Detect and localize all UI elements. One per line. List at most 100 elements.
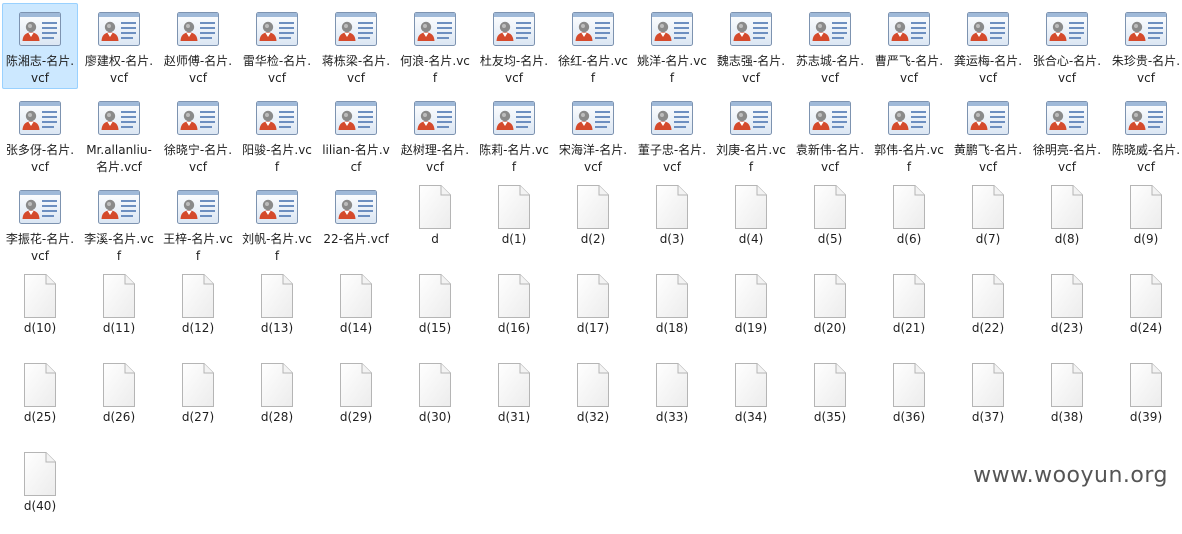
file-item[interactable]: 袁新伟-名片.vcf xyxy=(792,92,868,178)
file-item[interactable]: 李溪-名片.vcf xyxy=(81,181,157,267)
file-item[interactable]: 雷华检-名片.vcf xyxy=(239,3,315,89)
file-item[interactable]: d(39) xyxy=(1108,359,1182,445)
file-item[interactable]: d(11) xyxy=(81,270,157,356)
file-item[interactable]: d(7) xyxy=(950,181,1026,267)
file-item[interactable]: d(36) xyxy=(871,359,947,445)
file-name: d(30) xyxy=(418,410,452,424)
blank-file-icon xyxy=(1049,273,1085,319)
blank-file-icon xyxy=(338,362,374,408)
file-item[interactable]: d(26) xyxy=(81,359,157,445)
contact-card-icon xyxy=(255,187,299,227)
contact-card-icon xyxy=(650,9,694,49)
file-name: d(37) xyxy=(971,410,1005,424)
file-item[interactable]: 曹严飞-名片.vcf xyxy=(871,3,947,89)
file-item[interactable]: d(34) xyxy=(713,359,789,445)
file-item[interactable]: 赵师傅-名片.vcf xyxy=(160,3,236,89)
file-item[interactable]: 杜友均-名片.vcf xyxy=(476,3,552,89)
file-item[interactable]: 龚运梅-名片.vcf xyxy=(950,3,1026,89)
file-item[interactable]: 李振花-名片.vcf xyxy=(2,181,78,267)
contact-card-icon xyxy=(966,98,1010,138)
file-item[interactable]: d(40) xyxy=(2,448,78,534)
file-name: 王梓-名片.vcf xyxy=(163,232,233,263)
file-item[interactable]: 董子忠-名片.vcf xyxy=(634,92,710,178)
file-item[interactable]: 赵树理-名片.vcf xyxy=(397,92,473,178)
file-item[interactable]: d(19) xyxy=(713,270,789,356)
file-item[interactable]: d(10) xyxy=(2,270,78,356)
file-item[interactable]: d(3) xyxy=(634,181,710,267)
file-item[interactable]: d(8) xyxy=(1029,181,1105,267)
file-item[interactable]: d(17) xyxy=(555,270,631,356)
blank-file-icon xyxy=(1128,362,1164,408)
file-item[interactable]: d(35) xyxy=(792,359,868,445)
file-item[interactable]: 苏志城-名片.vcf xyxy=(792,3,868,89)
file-item[interactable]: d xyxy=(397,181,473,267)
file-item[interactable]: 王梓-名片.vcf xyxy=(160,181,236,267)
file-item[interactable]: d(25) xyxy=(2,359,78,445)
file-item[interactable]: 廖建权-名片.vcf xyxy=(81,3,157,89)
file-item[interactable]: d(4) xyxy=(713,181,789,267)
file-item[interactable]: 刘庚-名片.vcf xyxy=(713,92,789,178)
file-item[interactable]: d(38) xyxy=(1029,359,1105,445)
contact-card-icon xyxy=(650,98,694,138)
file-item[interactable]: d(5) xyxy=(792,181,868,267)
file-item[interactable]: 朱珍贵-名片.vcf xyxy=(1108,3,1182,89)
blank-file-icon xyxy=(22,451,58,497)
file-item[interactable]: d(20) xyxy=(792,270,868,356)
blank-file-icon xyxy=(970,362,1006,408)
file-item[interactable]: d(33) xyxy=(634,359,710,445)
file-item[interactable]: d(16) xyxy=(476,270,552,356)
file-item[interactable]: d(28) xyxy=(239,359,315,445)
file-item[interactable]: 陈莉-名片.vcf xyxy=(476,92,552,178)
file-item[interactable]: 阳骏-名片.vcf xyxy=(239,92,315,178)
file-item[interactable]: d(6) xyxy=(871,181,947,267)
file-item[interactable]: d(1) xyxy=(476,181,552,267)
contact-card-icon xyxy=(334,9,378,49)
file-item[interactable]: d(18) xyxy=(634,270,710,356)
file-item[interactable]: 姚洋-名片.vcf xyxy=(634,3,710,89)
file-item[interactable]: d(29) xyxy=(318,359,394,445)
file-item[interactable]: d(23) xyxy=(1029,270,1105,356)
file-item[interactable]: d(2) xyxy=(555,181,631,267)
blank-file-icon xyxy=(259,273,295,319)
contact-card-icon xyxy=(887,98,931,138)
file-name: d(16) xyxy=(497,321,531,335)
file-item[interactable]: d(37) xyxy=(950,359,1026,445)
file-item[interactable]: d(21) xyxy=(871,270,947,356)
file-item[interactable]: d(15) xyxy=(397,270,473,356)
file-name: 何浪-名片.vcf xyxy=(400,54,470,85)
file-item[interactable]: 蒋栋梁-名片.vcf xyxy=(318,3,394,89)
file-item[interactable]: Mr.allanliu-名片.vcf xyxy=(81,92,157,178)
file-item[interactable]: 徐红-名片.vcf xyxy=(555,3,631,89)
file-item[interactable]: d(24) xyxy=(1108,270,1182,356)
file-item[interactable]: 何浪-名片.vcf xyxy=(397,3,473,89)
file-item[interactable]: 魏志强-名片.vcf xyxy=(713,3,789,89)
file-item[interactable]: 张多伢-名片.vcf xyxy=(2,92,78,178)
file-item[interactable]: d(13) xyxy=(239,270,315,356)
file-item[interactable]: d(22) xyxy=(950,270,1026,356)
file-name: 龚运梅-名片.vcf xyxy=(953,54,1023,85)
file-item[interactable]: d(9) xyxy=(1108,181,1182,267)
file-item[interactable]: 徐明亮-名片.vcf xyxy=(1029,92,1105,178)
blank-file-icon xyxy=(654,273,690,319)
file-item[interactable]: d(31) xyxy=(476,359,552,445)
file-item[interactable]: d(27) xyxy=(160,359,236,445)
blank-file-icon xyxy=(970,184,1006,230)
file-name: d(2) xyxy=(580,232,606,246)
file-name: d(1) xyxy=(501,232,527,246)
file-item[interactable]: d(30) xyxy=(397,359,473,445)
file-item[interactable]: 黄鹏飞-名片.vcf xyxy=(950,92,1026,178)
file-item[interactable]: 徐晓宁-名片.vcf xyxy=(160,92,236,178)
file-item[interactable]: 郭伟-名片.vcf xyxy=(871,92,947,178)
file-item[interactable]: 陈湘志-名片.vcf xyxy=(2,3,78,89)
file-item[interactable]: d(14) xyxy=(318,270,394,356)
file-item[interactable]: d(12) xyxy=(160,270,236,356)
file-name: d(23) xyxy=(1050,321,1084,335)
file-item[interactable]: 陈晓威-名片.vcf xyxy=(1108,92,1182,178)
file-item[interactable]: 刘帆-名片.vcf xyxy=(239,181,315,267)
file-item[interactable]: d(32) xyxy=(555,359,631,445)
file-item[interactable]: 宋海洋-名片.vcf xyxy=(555,92,631,178)
file-item[interactable]: 张合心-名片.vcf xyxy=(1029,3,1105,89)
file-name: d(20) xyxy=(813,321,847,335)
file-item[interactable]: lilian-名片.vcf xyxy=(318,92,394,178)
file-item[interactable]: 22-名片.vcf xyxy=(318,181,394,267)
